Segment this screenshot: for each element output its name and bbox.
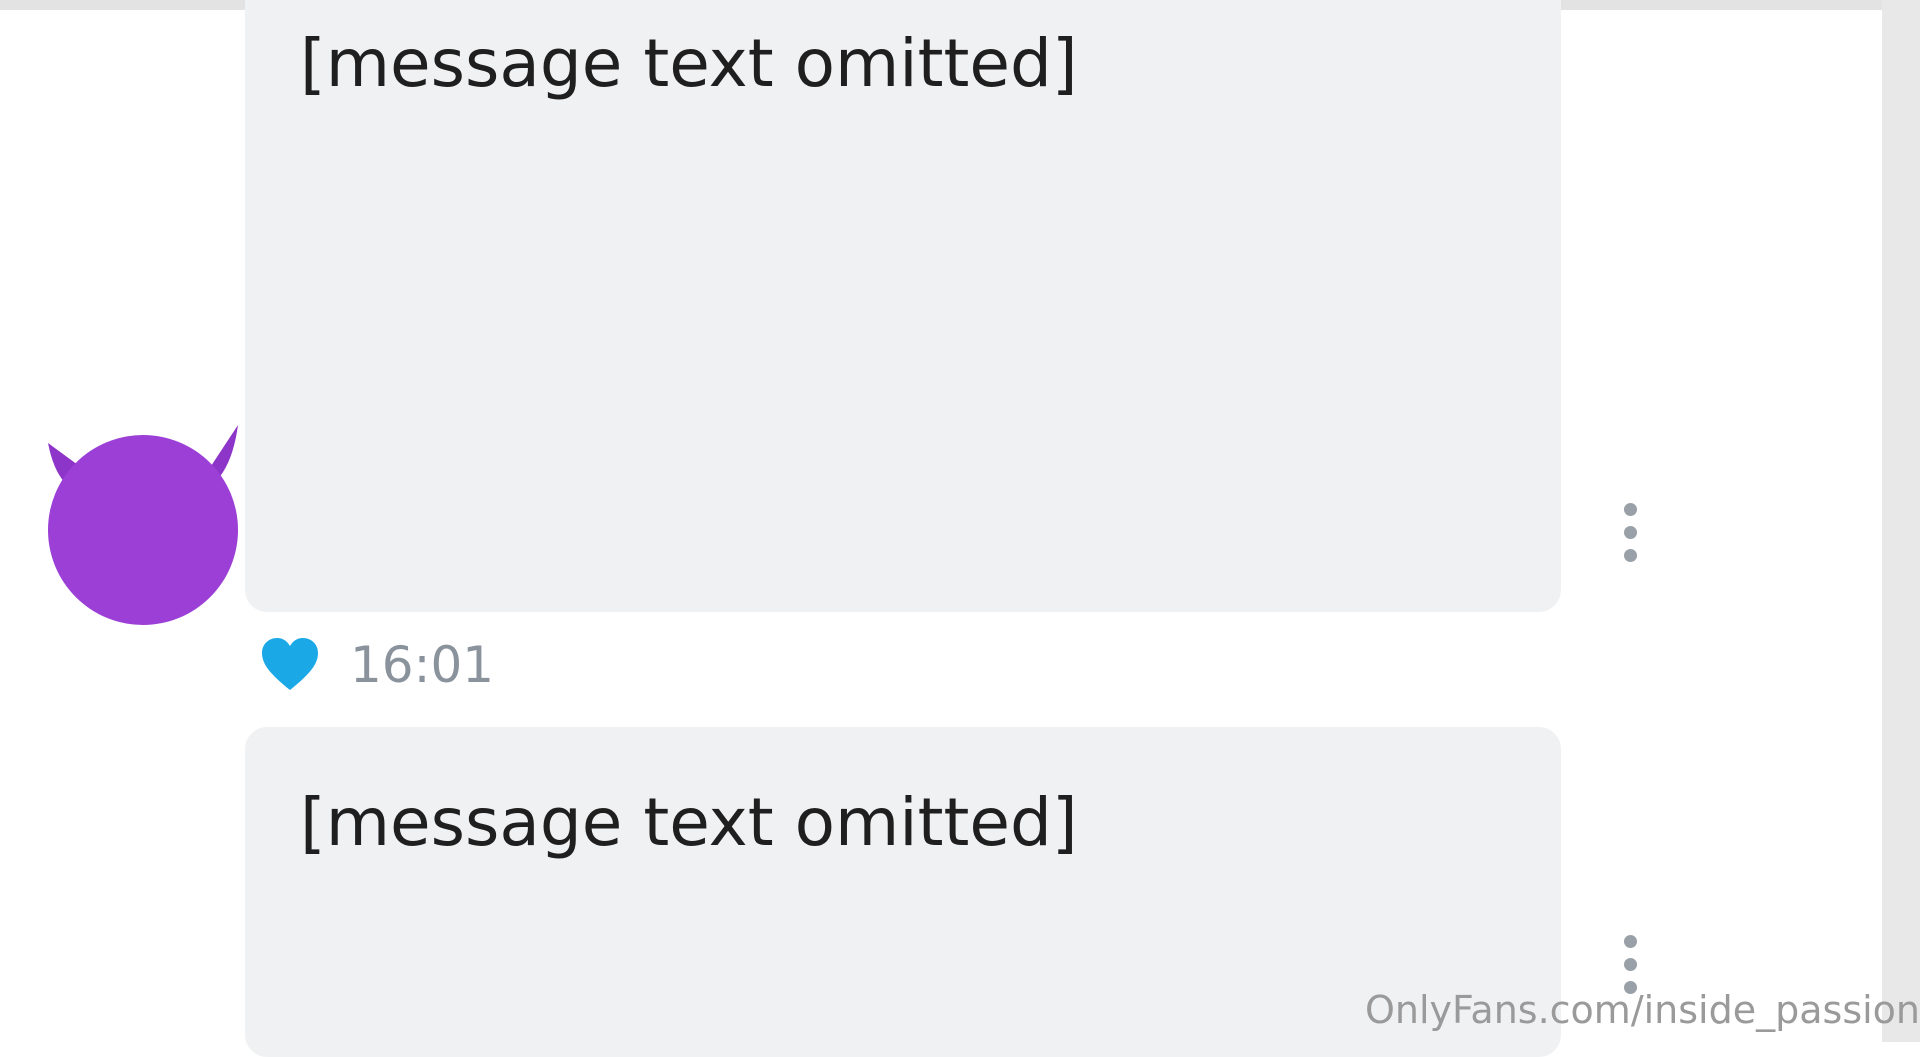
message-bubble[interactable]: [message text omitted] — [245, 0, 1561, 612]
message-line: [message text omitted] — [300, 25, 1078, 102]
scrollbar[interactable] — [1882, 0, 1920, 1042]
avatar[interactable] — [38, 425, 248, 625]
smiling-devil-icon — [48, 425, 238, 625]
message-timestamp: 16:01 — [350, 636, 495, 694]
message-meta: 16:01 — [260, 630, 494, 700]
message-line — [300, 119, 1561, 230]
message-line — [300, 878, 1561, 989]
more-options-icon[interactable] — [1623, 935, 1637, 994]
message-bubble[interactable]: [message text omitted] — [245, 727, 1561, 1057]
heart-icon[interactable] — [260, 638, 320, 692]
watermark: OnlyFans.com/inside_passion — [1365, 988, 1920, 1032]
more-options-icon[interactable] — [1623, 503, 1637, 562]
message-line: [message text omitted] — [300, 784, 1078, 861]
message-line — [300, 341, 1561, 452]
message-line — [300, 230, 1561, 341]
message-line — [300, 452, 1561, 563]
